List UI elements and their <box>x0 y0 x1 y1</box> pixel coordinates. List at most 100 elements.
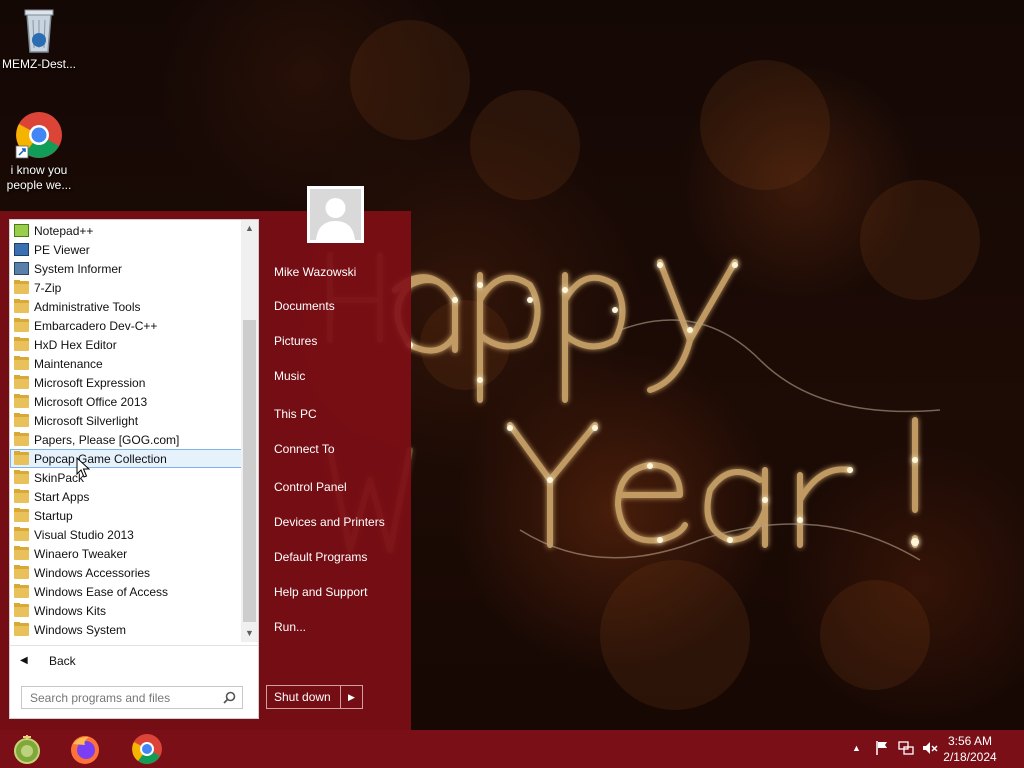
program-list-item[interactable]: Notepad++ <box>10 221 243 240</box>
pe-viewer-icon <box>14 243 29 256</box>
program-list-item[interactable]: Windows Accessories <box>10 563 243 582</box>
program-label: Microsoft Expression <box>34 376 146 390</box>
folder-icon <box>14 413 29 427</box>
folder-icon <box>14 337 29 351</box>
program-list-item[interactable]: Microsoft Expression <box>10 373 243 392</box>
folder-icon <box>14 546 29 560</box>
taskbar-chrome[interactable] <box>127 732 167 766</box>
program-label: Embarcadero Dev-C++ <box>34 319 158 333</box>
connect-to-link[interactable]: Connect To <box>274 442 335 456</box>
program-list-item[interactable]: 7-Zip <box>10 278 243 297</box>
program-label: Administrative Tools <box>34 300 141 314</box>
chrome-shortcut-icon <box>15 112 62 159</box>
program-list-item[interactable]: Microsoft Office 2013 <box>10 392 243 411</box>
back-button[interactable]: ◀ Back <box>10 645 258 675</box>
system-informer-icon <box>14 262 29 275</box>
program-list-item[interactable]: Windows System <box>10 620 243 639</box>
folder-icon <box>14 508 29 522</box>
program-label: Visual Studio 2013 <box>34 528 134 542</box>
program-label: Windows System <box>34 623 127 637</box>
music-link[interactable]: Music <box>274 369 305 383</box>
folder-icon <box>14 394 29 408</box>
control-panel-link[interactable]: Control Panel <box>274 480 347 494</box>
taskbar: ▲ 3:56 AM 2/18/2024 <box>0 730 1024 768</box>
system-clock[interactable]: 3:56 AM 2/18/2024 <box>938 733 1002 765</box>
program-label: Winaero Tweaker <box>34 547 128 561</box>
folder-icon <box>14 622 29 636</box>
program-list-item[interactable]: Start Apps <box>10 487 243 506</box>
folder-icon <box>14 356 29 370</box>
program-list-item[interactable]: PE Viewer <box>10 240 243 259</box>
program-list-item[interactable]: SkinPack <box>10 468 243 487</box>
scroll-thumb[interactable] <box>243 320 256 622</box>
start-menu: Notepad++ PE Viewer System Informer 7-Zip Ad… <box>0 211 411 730</box>
chrome-icon <box>132 734 162 764</box>
firefox-icon <box>71 736 99 764</box>
program-label: Maintenance <box>34 357 103 371</box>
program-label: PE Viewer <box>34 243 90 257</box>
notepadpp-icon <box>14 224 29 237</box>
show-hidden-icons-chevron[interactable]: ▲ <box>852 743 861 753</box>
run-link[interactable]: Run... <box>274 620 306 634</box>
folder-icon <box>14 318 29 332</box>
scroll-up-button[interactable]: ▲ <box>241 220 258 237</box>
program-list-item[interactable]: Maintenance <box>10 354 243 373</box>
default-programs-link[interactable]: Default Programs <box>274 550 367 564</box>
folder-icon <box>14 375 29 389</box>
program-list-item[interactable]: Popcap Game Collection <box>10 449 243 468</box>
program-label: Popcap Game Collection <box>34 452 167 466</box>
shutdown-button[interactable]: Shut down ▶ <box>266 685 363 709</box>
back-arrow-icon: ◀ <box>20 655 28 666</box>
folder-icon <box>14 432 29 446</box>
search-input[interactable] <box>22 687 217 708</box>
volume-muted-icon[interactable] <box>922 740 938 756</box>
this-pc-link[interactable]: This PC <box>274 407 317 421</box>
desktop-icon-chrome-shortcut[interactable]: i know you people we... <box>0 110 78 193</box>
desktop-icon-label: MEMZ-Dest... <box>2 57 76 71</box>
desktop-icon-label: i know you people we... <box>6 163 72 192</box>
program-list-item[interactable]: Windows Kits <box>10 601 243 620</box>
program-list-item[interactable]: Visual Studio 2013 <box>10 525 243 544</box>
help-support-link[interactable]: Help and Support <box>274 585 367 599</box>
devices-printers-link[interactable]: Devices and Printers <box>274 515 385 529</box>
taskbar-firefox[interactable] <box>65 732 105 766</box>
folder-icon <box>14 584 29 598</box>
all-programs-pane: Notepad++ PE Viewer System Informer 7-Zip Ad… <box>9 219 259 719</box>
program-label: Windows Accessories <box>34 566 151 580</box>
pictures-link[interactable]: Pictures <box>274 334 317 348</box>
program-list-item[interactable]: HxD Hex Editor <box>10 335 243 354</box>
clock-date: 2/18/2024 <box>943 750 997 764</box>
recycle-bin-icon <box>24 9 54 53</box>
shutdown-options-arrow-icon[interactable]: ▶ <box>340 686 362 708</box>
program-list-item[interactable]: Embarcadero Dev-C++ <box>10 316 243 335</box>
desktop-icon-recycle-bin[interactable]: MEMZ-Dest... <box>0 6 78 72</box>
clock-time: 3:56 AM <box>947 734 993 748</box>
start-orb-icon <box>14 735 40 764</box>
scroll-down-button[interactable]: ▼ <box>241 625 258 642</box>
start-button[interactable] <box>6 732 46 766</box>
program-label: HxD Hex Editor <box>34 338 117 352</box>
program-list-item[interactable]: System Informer <box>10 259 243 278</box>
program-list-item[interactable]: Papers, Please [GOG.com] <box>10 430 243 449</box>
user-picture[interactable] <box>307 186 364 243</box>
search-box[interactable] <box>21 686 243 709</box>
search-icon[interactable] <box>223 691 236 704</box>
shutdown-label: Shut down <box>274 690 331 704</box>
action-center-flag-icon[interactable] <box>875 740 889 756</box>
program-list-item[interactable]: Microsoft Silverlight <box>10 411 243 430</box>
program-list-item[interactable]: Winaero Tweaker <box>10 544 243 563</box>
program-label: Microsoft Office 2013 <box>34 395 148 409</box>
program-list-item[interactable]: Startup <box>10 506 243 525</box>
folder-icon <box>14 527 29 541</box>
program-list-scrollbar[interactable]: ▲ ▼ <box>241 220 258 642</box>
user-name-link[interactable]: Mike Wazowski <box>274 265 356 279</box>
network-icon[interactable] <box>898 740 914 756</box>
folder-icon <box>14 603 29 617</box>
program-label: Windows Ease of Access <box>34 585 169 599</box>
program-list-item[interactable]: Administrative Tools <box>10 297 243 316</box>
folder-icon <box>14 280 29 294</box>
program-list-item[interactable]: Windows Ease of Access <box>10 582 243 601</box>
back-label: Back <box>49 654 76 668</box>
documents-link[interactable]: Documents <box>274 299 335 313</box>
folder-icon <box>14 451 29 465</box>
